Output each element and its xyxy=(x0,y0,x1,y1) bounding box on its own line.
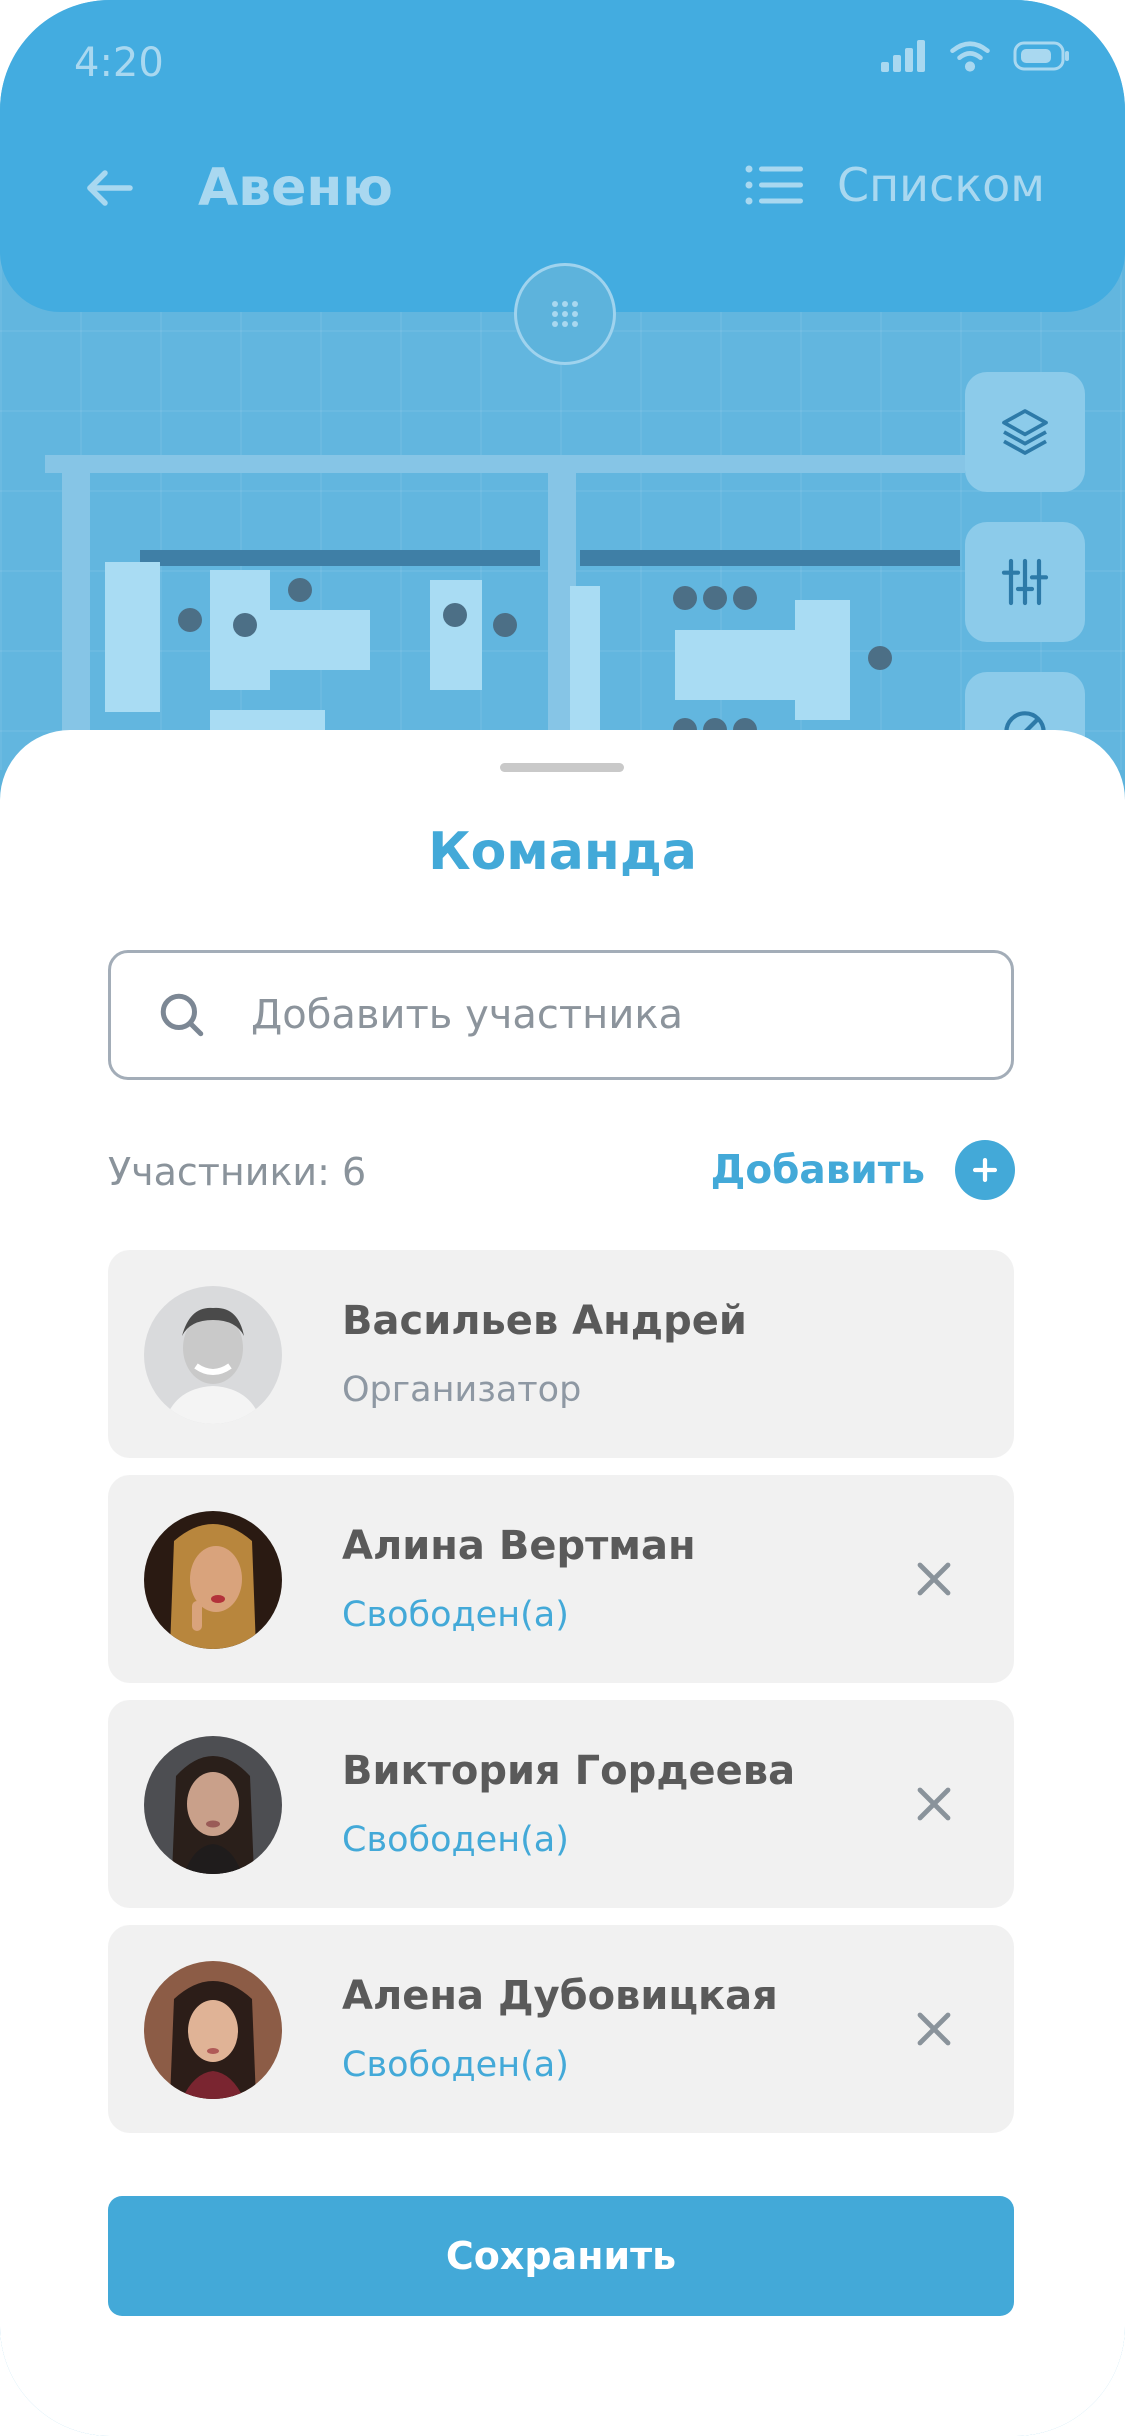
member-name: Алена Дубовицкая xyxy=(342,1973,778,2019)
member-name: Виктория Гордеева xyxy=(342,1748,796,1794)
back-arrow-icon[interactable] xyxy=(80,158,140,218)
signal-icon xyxy=(881,40,925,72)
layers-button[interactable] xyxy=(965,372,1085,492)
status-icons xyxy=(881,40,1071,72)
member-card[interactable]: Алина Вертман Свободен(а) xyxy=(108,1475,1014,1683)
member-card[interactable]: Алена Дубовицкая Свободен(а) xyxy=(108,1925,1014,2133)
member-status: Организатор xyxy=(342,1370,582,1410)
member-card[interactable]: Васильев Андрей Организатор xyxy=(108,1250,1014,1458)
list-icon xyxy=(745,165,803,205)
sliders-icon xyxy=(1001,558,1049,606)
member-card[interactable]: Виктория Гордеева Свободен(а) xyxy=(108,1700,1014,1908)
search-field[interactable] xyxy=(108,950,1014,1080)
sheet-drag-handle[interactable] xyxy=(500,763,624,772)
search-input[interactable] xyxy=(249,991,973,1039)
team-sheet: Команда Участники: 6 Добавить xyxy=(0,730,1125,2436)
avatar xyxy=(144,1511,282,1649)
grid-dots-icon xyxy=(552,301,578,327)
map-grip-button[interactable] xyxy=(514,263,616,365)
avatar xyxy=(144,1286,282,1424)
close-icon[interactable] xyxy=(910,2005,958,2053)
member-status: Свободен(а) xyxy=(342,1595,569,1635)
list-view-toggle[interactable]: Списком xyxy=(745,158,1045,212)
close-icon[interactable] xyxy=(910,1780,958,1828)
member-status: Свободен(а) xyxy=(342,2045,569,2085)
member-name: Васильев Андрей xyxy=(342,1298,747,1344)
avatar xyxy=(144,1961,282,2099)
plus-icon xyxy=(955,1140,1015,1200)
add-participant-button[interactable]: Добавить xyxy=(711,1140,1015,1200)
layers-icon xyxy=(1002,409,1048,455)
member-name: Алина Вертман xyxy=(342,1523,696,1569)
participants-count: Участники: 6 xyxy=(108,1150,367,1194)
add-participant-label: Добавить xyxy=(710,1147,925,1193)
sheet-title: Команда xyxy=(428,822,697,882)
battery-icon xyxy=(1013,41,1069,71)
app-screen: 4:20 Авеню Списком Команда Добавить учас… xyxy=(0,0,1125,2436)
search-icon xyxy=(160,993,204,1037)
page-title: Авеню xyxy=(198,158,393,218)
close-icon[interactable] xyxy=(910,1555,958,1603)
filter-button[interactable] xyxy=(965,522,1085,642)
member-status: Свободен(а) xyxy=(342,1820,569,1860)
status-time: 4:20 xyxy=(74,40,164,86)
avatar xyxy=(144,1736,282,1874)
list-view-label: Списком xyxy=(836,158,1045,212)
wifi-icon xyxy=(950,41,990,72)
save-button[interactable]: Сохранить xyxy=(108,2196,1014,2316)
